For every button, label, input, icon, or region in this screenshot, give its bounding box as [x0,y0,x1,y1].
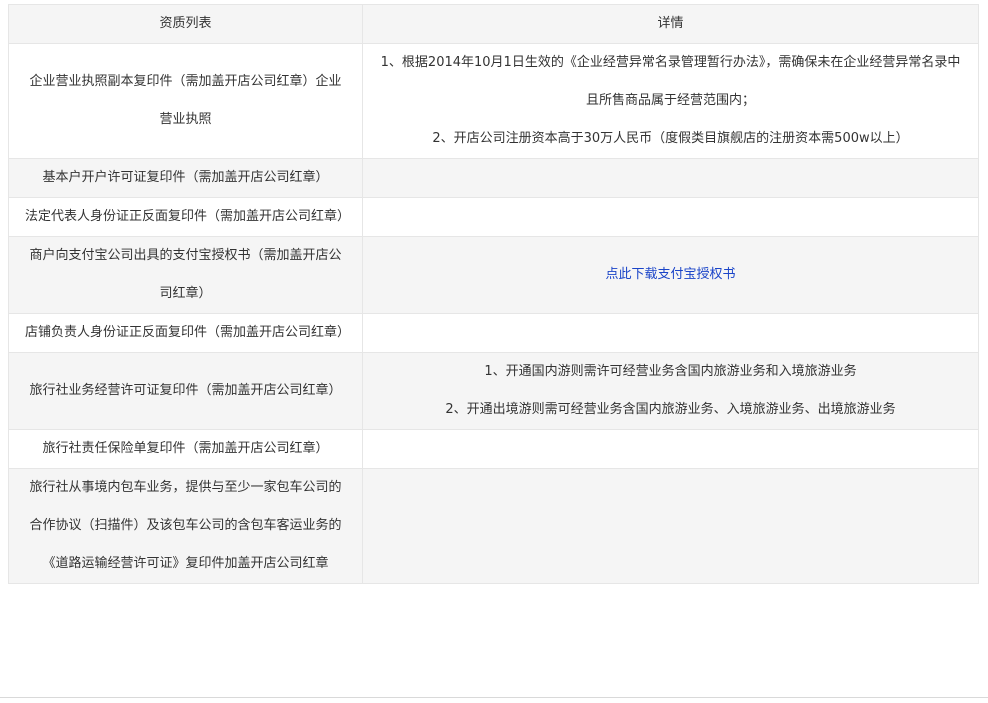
details-cell [362,197,979,237]
table-row: 基本户开户许可证复印件（需加盖开店公司红章） [8,158,979,198]
qualification-table: 资质列表 详情 企业营业执照副本复印件（需加盖开店公司红章）企业营业执照 1、根… [8,4,979,584]
details-cell: 1、根据2014年10月1日生效的《企业经营异常名录管理暂行办法》，需确保未在企… [362,43,979,159]
header-details: 详情 [362,4,979,44]
detail-line: 2、开店公司注册资本高于30万人民币（度假类目旗舰店的注册资本需500w以上） [432,131,909,146]
requirement-cell: 法定代表人身份证正反面复印件（需加盖开店公司红章） [8,197,363,237]
requirement-cell: 商户向支付宝公司出具的支付宝授权书（需加盖开店公司红章） [8,236,363,314]
details-cell: 点此下载支付宝授权书 [362,236,979,314]
detail-line: 1、根据2014年10月1日生效的《企业经营异常名录管理暂行办法》，需确保未在企… [380,55,961,108]
requirement-cell: 旅行社责任保险单复印件（需加盖开店公司红章） [8,429,363,469]
table-row: 旅行社业务经营许可证复印件（需加盖开店公司红章） 1、开通国内游则需许可经营业务… [8,352,979,430]
detail-line: 1、开通国内游则需许可经营业务含国内旅游业务和入境旅游业务 [484,364,857,379]
detail-line: 2、开通出境游则需可经营业务含国内旅游业务、入境旅游业务、出境旅游业务 [445,402,896,417]
table-row: 商户向支付宝公司出具的支付宝授权书（需加盖开店公司红章） 点此下载支付宝授权书 [8,236,979,314]
details-cell [362,468,979,584]
bottom-divider [0,697,988,698]
requirement-cell: 店铺负责人身份证正反面复印件（需加盖开店公司红章） [8,313,363,353]
table-row: 旅行社从事境内包车业务，提供与至少一家包车公司的合作协议（扫描件）及该包车公司的… [8,468,979,584]
details-cell: 1、开通国内游则需许可经营业务含国内旅游业务和入境旅游业务 2、开通出境游则需可… [362,352,979,430]
table-row: 企业营业执照副本复印件（需加盖开店公司红章）企业营业执照 1、根据2014年10… [8,43,979,159]
details-cell [362,429,979,469]
download-alipay-authorization-link[interactable]: 点此下载支付宝授权书 [605,267,735,282]
table-header-row: 资质列表 详情 [8,4,979,44]
requirement-cell: 旅行社业务经营许可证复印件（需加盖开店公司红章） [8,352,363,430]
page: 资质列表 详情 企业营业执照副本复印件（需加盖开店公司红章）企业营业执照 1、根… [0,0,988,703]
requirement-cell: 基本户开户许可证复印件（需加盖开店公司红章） [8,158,363,198]
table-row: 法定代表人身份证正反面复印件（需加盖开店公司红章） [8,197,979,237]
header-qualification-list: 资质列表 [8,4,363,44]
details-cell [362,158,979,198]
details-cell [362,313,979,353]
table-row: 店铺负责人身份证正反面复印件（需加盖开店公司红章） [8,313,979,353]
table-row: 旅行社责任保险单复印件（需加盖开店公司红章） [8,429,979,469]
requirement-cell: 企业营业执照副本复印件（需加盖开店公司红章）企业营业执照 [8,43,363,159]
requirement-cell: 旅行社从事境内包车业务，提供与至少一家包车公司的合作协议（扫描件）及该包车公司的… [8,468,363,584]
